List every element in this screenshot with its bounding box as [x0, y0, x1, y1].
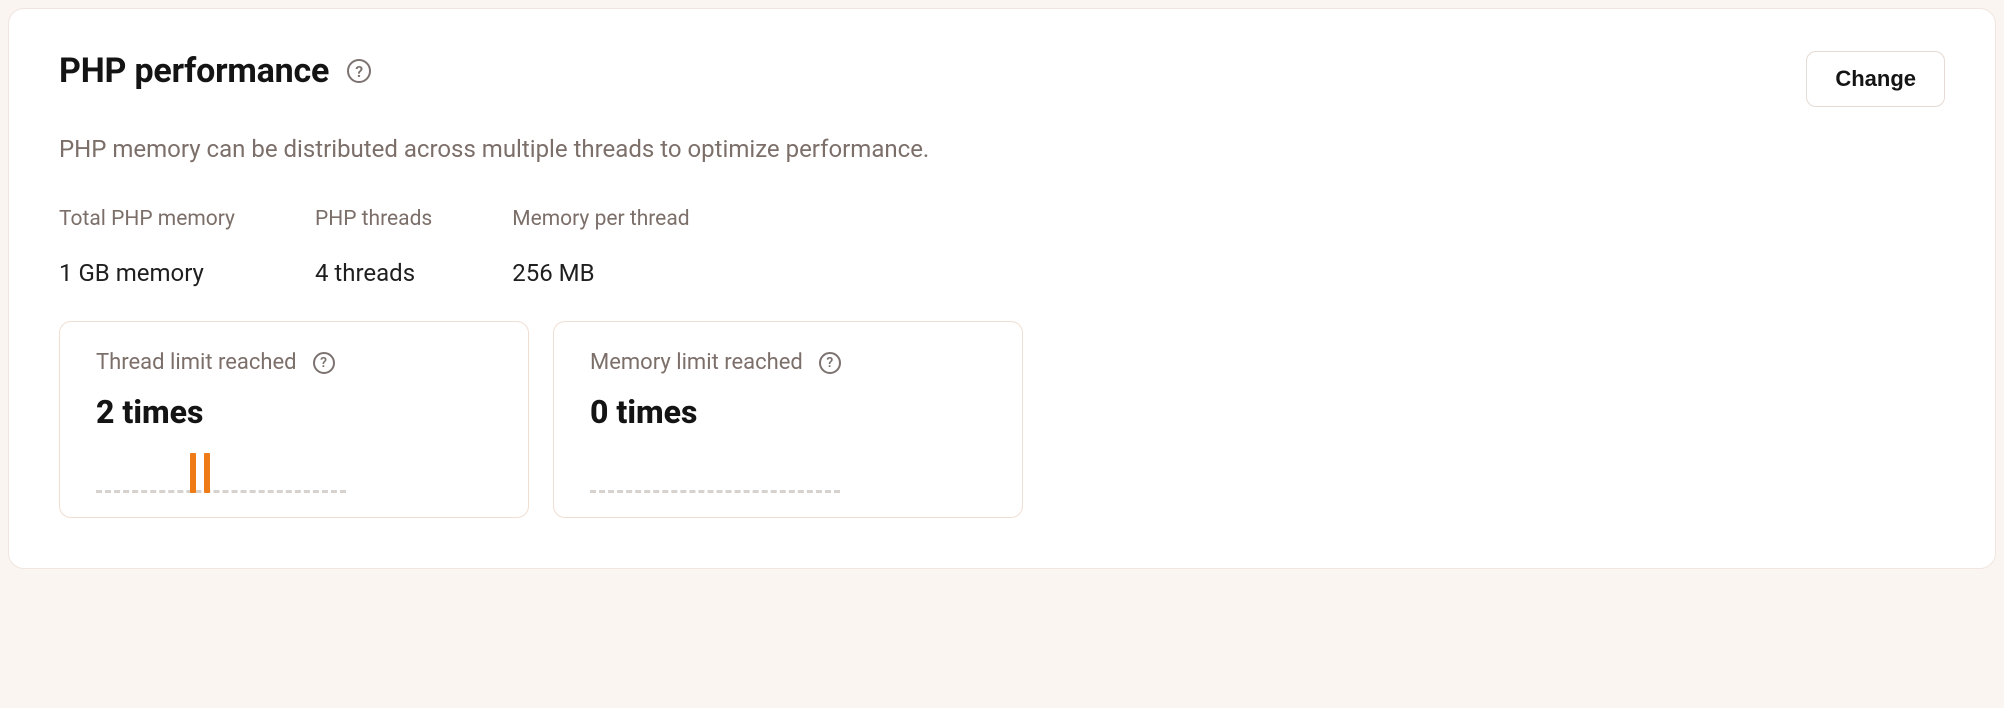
metric-value: 2 times	[96, 393, 492, 431]
metric-title: Thread limit reached	[96, 350, 297, 375]
stats-row: Total PHP memory 1 GB memory PHP threads…	[59, 207, 1945, 287]
sparkline-baseline	[590, 490, 840, 493]
sparkline-bar	[190, 453, 196, 493]
stat-value: 1 GB memory	[59, 259, 235, 287]
metric-title-row: Memory limit reached ?	[590, 350, 986, 375]
sparkline-bar	[204, 453, 210, 493]
memory-sparkline	[590, 449, 986, 493]
stat-value: 256 MB	[512, 259, 689, 287]
help-icon[interactable]: ?	[313, 352, 335, 374]
stat-label: Total PHP memory	[59, 207, 235, 231]
section-subtitle: PHP memory can be distributed across mul…	[59, 135, 1945, 163]
sparkline-bars	[190, 453, 210, 493]
thread-limit-card: Thread limit reached ? 2 times	[59, 321, 529, 518]
stat-memory-per-thread: Memory per thread 256 MB	[512, 207, 689, 287]
php-performance-card: PHP performance ? Change PHP memory can …	[8, 8, 1996, 569]
section-title: PHP performance	[59, 51, 329, 91]
stat-label: Memory per thread	[512, 207, 689, 231]
header-row: PHP performance ? Change	[59, 51, 1945, 107]
metric-title: Memory limit reached	[590, 350, 803, 375]
thread-sparkline	[96, 449, 492, 493]
stat-value: 4 threads	[315, 259, 432, 287]
metric-value: 0 times	[590, 393, 986, 431]
title-row: PHP performance ?	[59, 51, 371, 91]
change-button[interactable]: Change	[1806, 51, 1945, 107]
metric-row: Thread limit reached ? 2 times Memory li…	[59, 321, 1945, 518]
stat-total-memory: Total PHP memory 1 GB memory	[59, 207, 235, 287]
stat-php-threads: PHP threads 4 threads	[315, 207, 432, 287]
help-icon[interactable]: ?	[819, 352, 841, 374]
metric-title-row: Thread limit reached ?	[96, 350, 492, 375]
memory-limit-card: Memory limit reached ? 0 times	[553, 321, 1023, 518]
stat-label: PHP threads	[315, 207, 432, 231]
help-icon[interactable]: ?	[347, 59, 371, 83]
sparkline-baseline	[96, 490, 346, 493]
